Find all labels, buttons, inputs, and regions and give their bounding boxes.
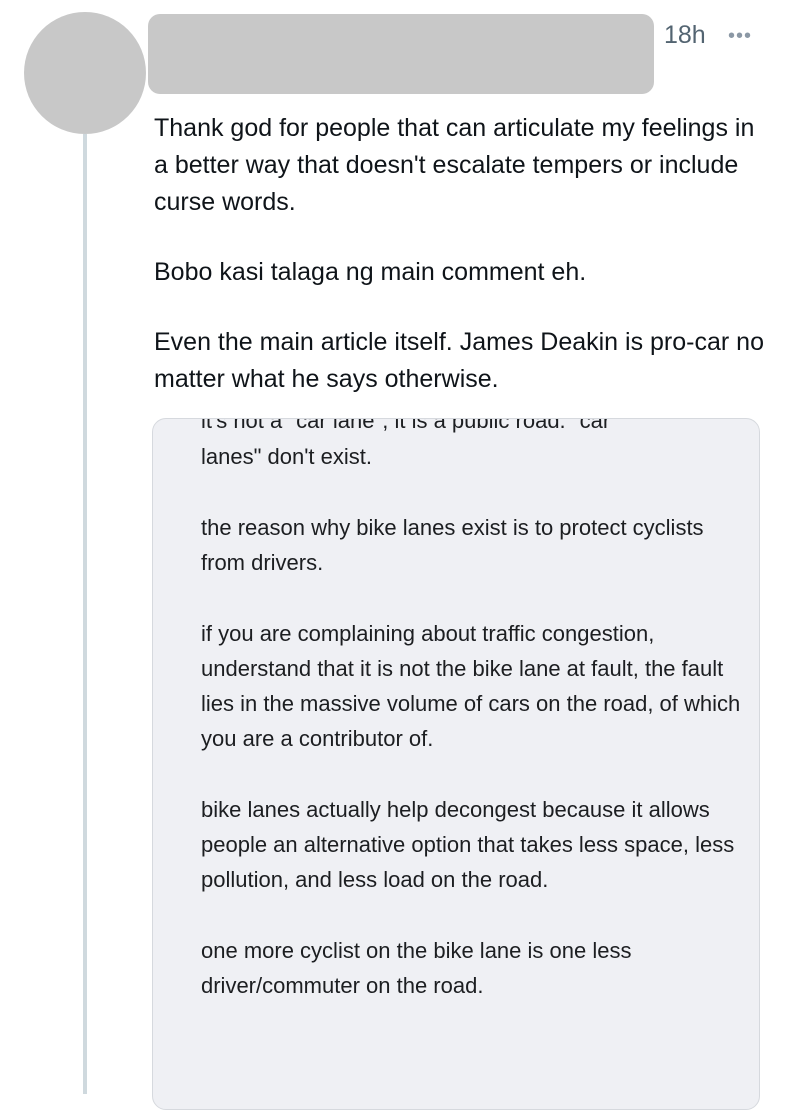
tweet-paragraph-1: Thank god for people that can articulate…: [154, 114, 755, 216]
tweet-paragraph-2: Bobo kasi talaga ng main comment eh.: [154, 258, 587, 286]
cropped-line: it's not a "car lane", it is a public ro…: [201, 419, 611, 433]
embedded-text: it's not a "car lane", it is a public ro…: [201, 419, 741, 1039]
thread-line: [83, 134, 87, 1094]
embed-paragraph-1: lanes" don't exist.: [201, 444, 372, 469]
redacted-username: [148, 14, 654, 94]
embed-paragraph-3: if you are complaining about traffic con…: [201, 621, 741, 751]
embed-paragraph-5: one more cyclist on the bike lane is one…: [201, 938, 632, 998]
embedded-screenshot[interactable]: it's not a "car lane", it is a public ro…: [152, 418, 760, 1110]
more-options-icon[interactable]: •••: [728, 26, 752, 46]
avatar[interactable]: [24, 12, 146, 134]
timestamp[interactable]: 18h: [664, 20, 706, 50]
embed-paragraph-2: the reason why bike lanes exist is to pr…: [201, 515, 704, 575]
embed-paragraph-4: bike lanes actually help decongest becau…: [201, 797, 735, 892]
tweet-paragraph-3: Even the main article itself. James Deak…: [154, 328, 764, 393]
tweet-text: Thank god for people that can articulate…: [154, 110, 774, 398]
